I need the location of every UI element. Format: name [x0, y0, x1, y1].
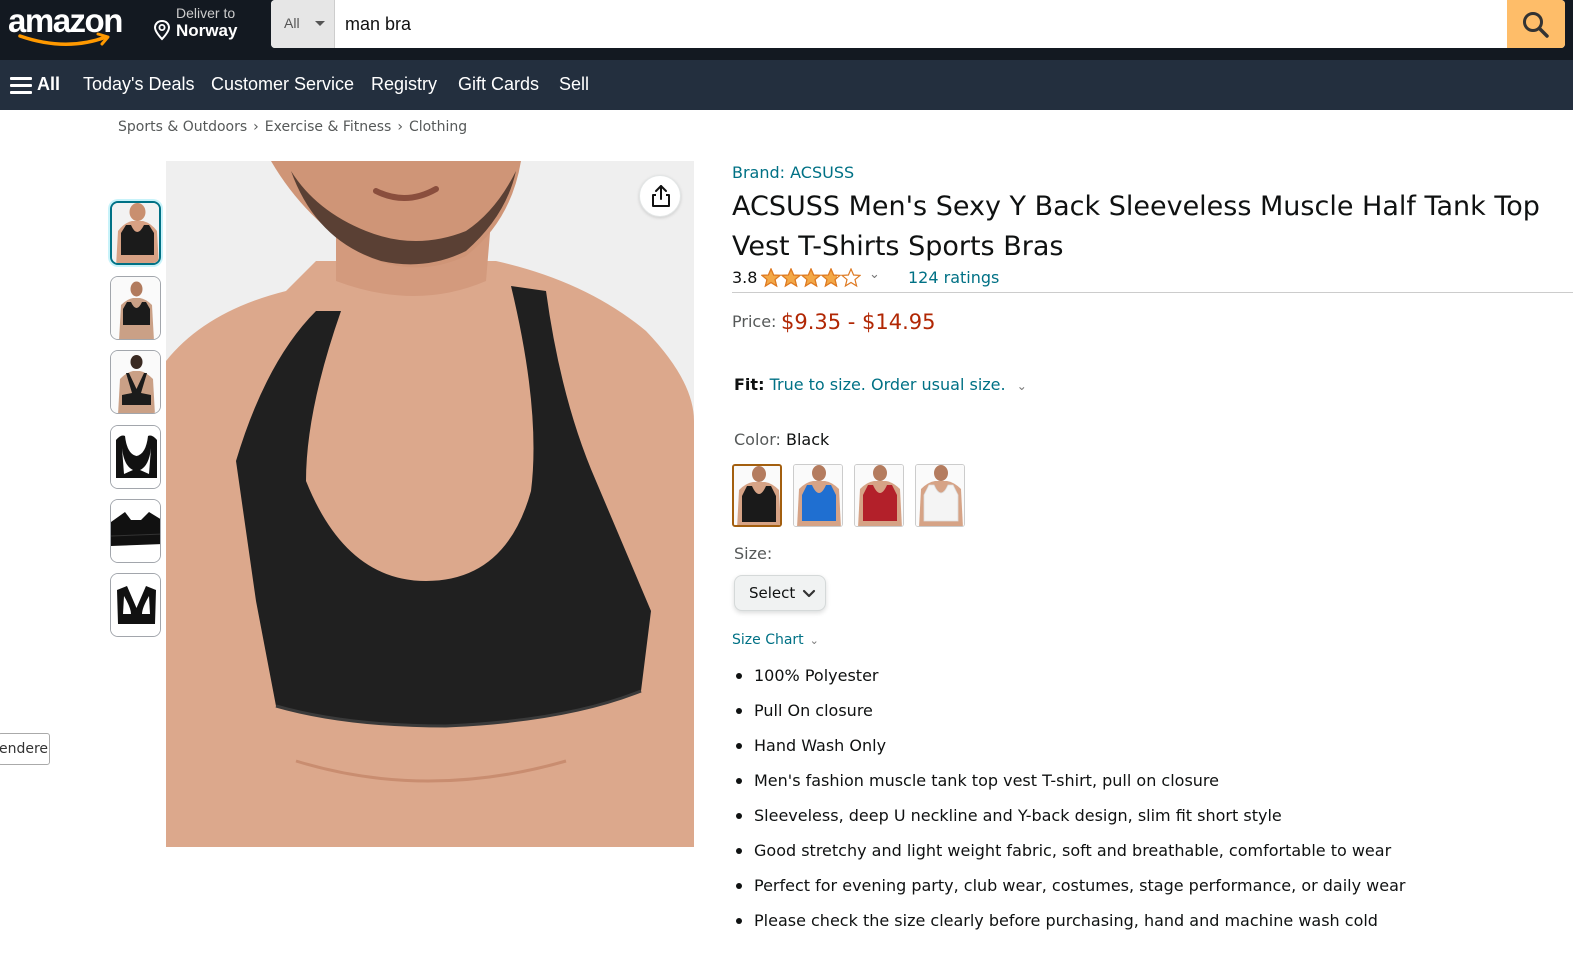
color-swatch-red[interactable] [854, 464, 904, 527]
thumbnail-front-full[interactable] [110, 276, 161, 340]
top-header: amazon Deliver to Norway All [0, 0, 1573, 60]
search-category-label: All [284, 15, 300, 31]
nav-customer-service[interactable]: Customer Service [211, 74, 354, 95]
thumbnail-flat-front[interactable] [110, 425, 161, 489]
chevron-down-icon[interactable]: ⌄ [1017, 379, 1027, 393]
swatch-image [916, 465, 964, 526]
star-rating-icon[interactable] [761, 268, 861, 288]
color-label: Color: [734, 430, 781, 449]
color-value: Black [785, 430, 830, 449]
fit-value-link[interactable]: True to size. Order usual size. [770, 375, 1006, 394]
nav-bar: All Today's Deals Customer Service Regis… [0, 60, 1573, 110]
caret-down-icon [315, 21, 325, 26]
hamburger-menu-icon[interactable] [10, 77, 32, 94]
swatch-image [855, 465, 903, 526]
color-swatch-black[interactable] [732, 464, 782, 527]
chevron-down-icon[interactable]: ⌄ [869, 267, 880, 282]
thumbnail-image [111, 277, 160, 339]
deliver-to-label: Deliver to [176, 5, 236, 21]
fit-info: Fit: True to size. Order usual size. ⌄ [734, 375, 1027, 394]
search-input[interactable] [345, 0, 1495, 48]
rating-row: 3.8 ⌄ 124 ratings [732, 267, 1573, 293]
thumbnail-image [111, 351, 160, 413]
logo-smile-icon [18, 32, 110, 46]
feature-bullet: Pull On closure [736, 697, 1406, 732]
nav-gift-cards[interactable]: Gift Cards [458, 74, 539, 95]
nav-all[interactable]: All [37, 74, 60, 95]
size-select-label: Select [749, 584, 796, 602]
feature-bullet: Men's fashion muscle tank top vest T-shi… [736, 767, 1406, 802]
search-category-dropdown[interactable]: All [271, 0, 335, 48]
swatch-image [794, 465, 842, 526]
color-swatch-blue[interactable] [793, 464, 843, 527]
feature-bullet: Good stretchy and light weight fabric, s… [736, 837, 1406, 872]
feature-bullet: Sleeveless, deep U neckline and Y-back d… [736, 802, 1406, 837]
thumbnail-back[interactable] [110, 350, 161, 414]
color-swatch-white[interactable] [915, 464, 965, 527]
search-bar: All [271, 0, 1565, 48]
feature-bullets: 100% Polyester Pull On closure Hand Wash… [736, 662, 1406, 942]
share-icon [652, 185, 670, 207]
brand-link[interactable]: Brand: ACSUSS [732, 163, 854, 182]
deliver-to-country: Norway [176, 21, 238, 40]
chevron-down-icon: ⌄ [809, 634, 819, 647]
location-pin-icon [153, 19, 171, 41]
size-chart-label: Size Chart [732, 632, 804, 648]
feature-bullet: Hand Wash Only [736, 732, 1406, 767]
thumbnail-flat-back[interactable] [110, 573, 161, 637]
main-product-image[interactable] [166, 161, 694, 847]
side-tooltip: endere [0, 733, 50, 765]
chevron-down-icon [802, 589, 816, 598]
fit-label: Fit: [734, 375, 765, 394]
thumbnail-image [112, 203, 159, 263]
thumbnail-image [111, 574, 160, 636]
size-chart-link[interactable]: Size Chart ⌄ [732, 632, 819, 648]
thumbnail-image [111, 426, 160, 488]
thumbnail-image [111, 500, 160, 562]
feature-bullet: 100% Polyester [736, 662, 1406, 697]
nav-todays-deals[interactable]: Today's Deals [83, 74, 195, 95]
feature-bullet: Please check the size clearly before pur… [736, 907, 1406, 942]
ratings-count-link[interactable]: 124 ratings [908, 268, 999, 287]
price-label: Price: [732, 312, 777, 331]
product-photo [166, 161, 694, 847]
deliver-to-location[interactable]: Deliver to Norway [152, 4, 262, 46]
rating-value: 3.8 [732, 268, 758, 287]
thumbnail-front[interactable] [110, 201, 161, 265]
size-select-dropdown[interactable]: Select [734, 575, 826, 611]
nav-registry[interactable]: Registry [371, 74, 437, 95]
amazon-logo[interactable]: amazon [8, 2, 132, 50]
share-button[interactable] [639, 175, 681, 217]
thumbnail-flat-side[interactable] [110, 499, 161, 563]
color-selection: Color: Black [734, 430, 829, 449]
breadcrumb-separator: › [253, 119, 259, 135]
breadcrumb-separator: › [397, 119, 403, 135]
nav-sell[interactable]: Sell [559, 74, 589, 95]
product-title: ACSUSS Men's Sexy Y Back Sleeveless Musc… [732, 191, 1540, 262]
price-value: $9.35 - $14.95 [781, 310, 936, 334]
breadcrumb-clothing[interactable]: Clothing [409, 119, 467, 135]
swatch-image [734, 466, 780, 525]
size-label: Size: [734, 544, 773, 563]
breadcrumb: Sports & Outdoors › Exercise & Fitness › Clo… [118, 119, 467, 135]
breadcrumb-sports-outdoors[interactable]: Sports & Outdoors [118, 119, 247, 135]
breadcrumb-exercise-fitness[interactable]: Exercise & Fitness [265, 119, 392, 135]
search-button[interactable] [1507, 0, 1565, 48]
search-icon [1523, 12, 1549, 38]
feature-bullet: Perfect for evening party, club wear, co… [736, 872, 1406, 907]
